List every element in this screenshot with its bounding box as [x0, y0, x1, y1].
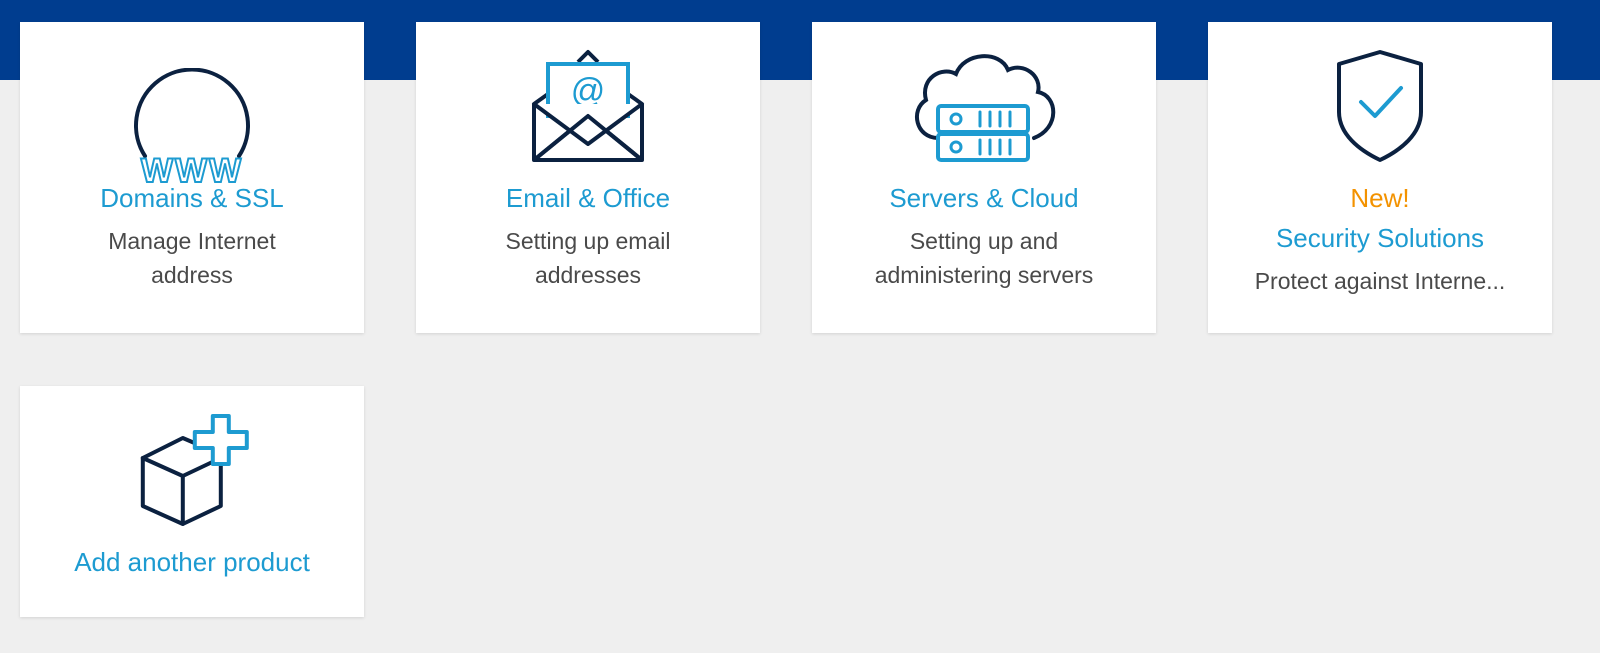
globe-www-icon: WWW	[134, 68, 250, 190]
card-title: Servers & Cloud	[889, 183, 1079, 213]
card-servers-cloud[interactable]: Servers & Cloud Setting up and administe…	[812, 22, 1156, 333]
box-plus-icon	[140, 414, 249, 526]
card-description: Setting up and administering servers	[874, 228, 1094, 288]
shield-check-icon	[1337, 50, 1423, 162]
card-title: Domains & SSL	[100, 183, 284, 213]
card-security-solutions[interactable]: New! Security Solutions Protect against …	[1208, 22, 1552, 333]
new-badge: New!	[1350, 183, 1410, 213]
cloud-server-icon	[915, 54, 1056, 162]
card-add-product[interactable]: Add another product	[20, 386, 364, 617]
card-description: Protect against Interne...	[1254, 268, 1506, 294]
card-description: Manage Internet address	[108, 228, 276, 288]
card-email-office[interactable]: @ Email & Office Setting up email addres…	[416, 22, 760, 333]
card-title: Email & Office	[505, 183, 671, 213]
envelope-at-icon: @	[532, 50, 644, 162]
card-title: Add another product	[74, 547, 310, 577]
card-domains-ssl[interactable]: WWW Domains & SSL Manage Internet addres…	[20, 22, 364, 333]
card-title: Security Solutions	[1275, 223, 1485, 253]
card-description: Setting up email addresses	[505, 228, 671, 288]
